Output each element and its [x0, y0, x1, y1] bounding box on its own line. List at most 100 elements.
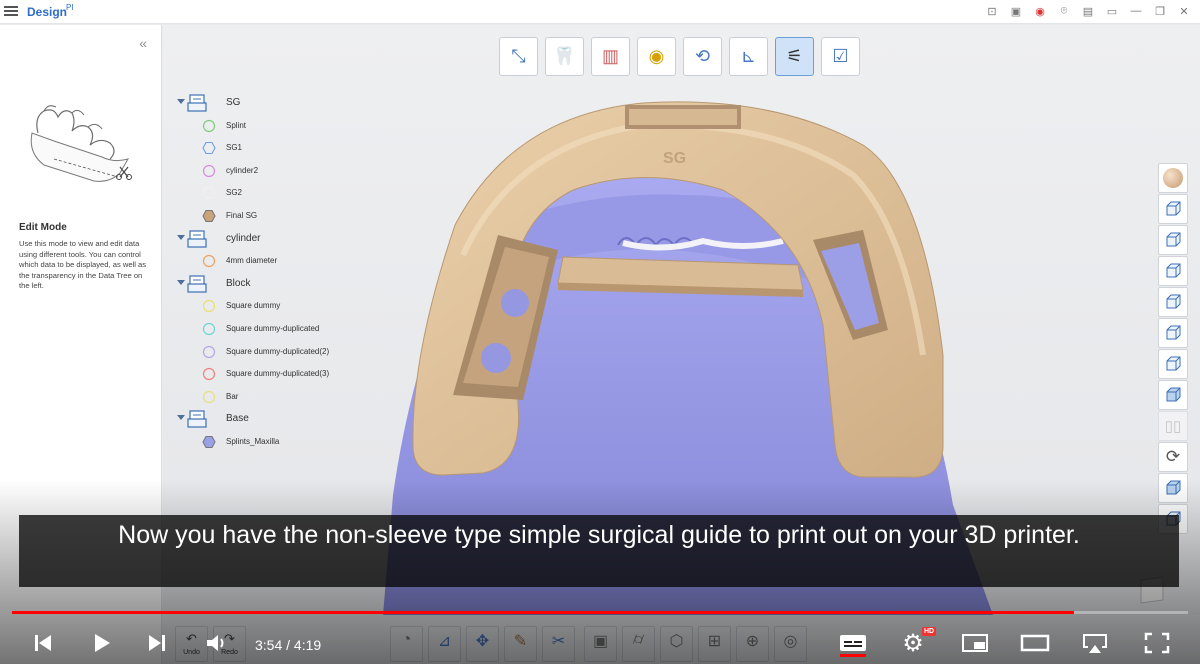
restore-icon[interactable]: ❐: [1152, 3, 1168, 19]
view-material-sphere-button[interactable]: [1158, 163, 1188, 193]
tree-item-label: Square dummy-duplicated: [226, 323, 320, 333]
tree-item[interactable]: SG1: [175, 137, 365, 160]
visibility-toggle-icon[interactable]: [202, 390, 216, 404]
view-cube-top-view-button[interactable]: [1158, 318, 1188, 348]
miniplayer-icon: [962, 634, 988, 652]
double-chevron-left-icon[interactable]: «: [139, 35, 147, 51]
tool-tooth-button[interactable]: 🦷: [545, 37, 584, 76]
tree-item[interactable]: Square dummy: [175, 295, 365, 318]
minimize-icon[interactable]: —: [1128, 3, 1144, 19]
teeth-guide-illustration: [30, 105, 132, 182]
rotate-view-icon: ⟳: [1165, 447, 1181, 466]
view-split-view-button[interactable]: ▯▯: [1158, 411, 1188, 441]
view-cube-bottom-view-button[interactable]: [1158, 349, 1188, 379]
split-view-icon: ▯▯: [1164, 418, 1182, 435]
play-icon: [95, 634, 110, 652]
tree-item-label: Splint: [226, 120, 247, 130]
capture-area-icon[interactable]: ▣: [1008, 3, 1024, 19]
theater-mode-button[interactable]: [1020, 630, 1050, 656]
airplay-icon: [1083, 634, 1107, 653]
tool-axis-rotate-button[interactable]: ⟲: [683, 37, 722, 76]
view-toolbar: ▯▯ ⟳: [1158, 163, 1190, 535]
cube-back-view-icon: [1166, 232, 1181, 247]
view-cube-back-view-button[interactable]: [1158, 225, 1188, 255]
tree-item[interactable]: Splint: [175, 115, 365, 138]
view-rotate-view-button[interactable]: ⟳: [1158, 442, 1188, 472]
screen-mode-icon[interactable]: ▭: [1104, 3, 1120, 19]
view-cube-left-view-button[interactable]: [1158, 256, 1188, 286]
tool-sliders-tools-button[interactable]: ⚟: [775, 37, 814, 76]
tool-thickness-map-button[interactable]: ◉: [637, 37, 676, 76]
subtitles-button[interactable]: [838, 630, 868, 657]
previous-button[interactable]: [28, 630, 58, 656]
tree-item-label: cylinder2: [226, 165, 259, 175]
view-cube-iso-view-button[interactable]: [1158, 380, 1188, 410]
visibility-toggle-icon[interactable]: [202, 254, 216, 268]
window-controls: ⊡ ▣ ◉ ⌾ ▤ ▭ — ❐ ✕: [984, 3, 1192, 19]
material-sphere-icon: [1163, 168, 1183, 188]
visibility-toggle-icon[interactable]: [202, 141, 216, 155]
tool-deviation-map-button[interactable]: ▥: [591, 37, 630, 76]
visibility-toggle-icon[interactable]: [202, 367, 216, 381]
tree-item[interactable]: Final SG: [175, 205, 365, 228]
tree-item[interactable]: 4mm diameter: [175, 250, 365, 273]
deviation-map-icon: ▥: [601, 46, 619, 66]
tree-group-cylinder[interactable]: cylinder: [175, 228, 365, 251]
cast-button[interactable]: [1080, 630, 1110, 656]
camera-icon[interactable]: ⌾: [1056, 3, 1072, 19]
volume-button[interactable]: [202, 630, 232, 656]
view-cube-shade-button[interactable]: [1158, 473, 1188, 503]
visibility-toggle-icon[interactable]: [202, 322, 216, 336]
tree-group-base[interactable]: Base: [175, 408, 365, 431]
next-button[interactable]: [142, 630, 172, 656]
expand-arrow-icon[interactable]: [177, 234, 185, 240]
gallery-icon[interactable]: ▤: [1080, 3, 1096, 19]
tree-group-sg[interactable]: SG: [175, 92, 365, 115]
tree-item[interactable]: Square dummy-duplicated(3): [175, 363, 365, 386]
tree-item[interactable]: Square dummy-duplicated(2): [175, 341, 365, 364]
visibility-toggle-icon[interactable]: [202, 435, 216, 449]
hamburger-menu-icon[interactable]: [4, 4, 18, 18]
tree-item[interactable]: cylinder2: [175, 160, 365, 183]
fullscreen-button[interactable]: [1142, 630, 1172, 656]
align-icon: ⤡: [511, 46, 526, 66]
expand-arrow-icon[interactable]: [177, 279, 185, 285]
screenshot-icon[interactable]: ⊡: [984, 3, 1000, 19]
tree-item[interactable]: Splints_Maxilla: [175, 431, 365, 454]
tree-group-label: cylinder: [226, 232, 261, 244]
tree-item[interactable]: SG2: [175, 182, 365, 205]
tree-item[interactable]: Bar: [175, 386, 365, 409]
view-cube-front-view-button[interactable]: [1158, 194, 1188, 224]
cube-iso-view-icon: [1166, 387, 1181, 402]
visibility-toggle-icon[interactable]: [202, 186, 216, 200]
close-icon[interactable]: ✕: [1176, 3, 1192, 19]
tool-measure-button[interactable]: ⊾: [729, 37, 768, 76]
tool-clipboard-check-button[interactable]: ☑: [821, 37, 860, 76]
expand-arrow-icon[interactable]: [177, 99, 185, 104]
skip-next-icon: [149, 635, 165, 651]
visibility-toggle-icon[interactable]: [202, 299, 216, 313]
subtitles-active-indicator: [840, 654, 866, 657]
progress-bar[interactable]: [12, 611, 1188, 614]
tree-item[interactable]: Square dummy-duplicated: [175, 318, 365, 341]
expand-arrow-icon[interactable]: [177, 415, 185, 421]
cube-top-view-icon: [1166, 325, 1181, 340]
record-icon[interactable]: ◉: [1032, 3, 1048, 19]
sliders-tools-icon: ⚟: [786, 46, 803, 66]
view-cube-right-view-button[interactable]: [1158, 287, 1188, 317]
tree-group-block[interactable]: Block: [175, 273, 365, 296]
visibility-toggle-icon[interactable]: [202, 345, 216, 359]
subtitle-caption: Now you have the non-sleeve type simple …: [19, 515, 1179, 587]
tool-align-button[interactable]: ⤡: [499, 37, 538, 76]
hd-badge: HD: [922, 627, 937, 636]
miniplayer-button[interactable]: [960, 630, 990, 656]
subtitles-icon: [840, 635, 866, 651]
visibility-toggle-icon[interactable]: [202, 164, 216, 178]
time-total: 4:19: [293, 637, 322, 653]
volume-icon: [207, 635, 224, 651]
tree-item-label: Bar: [226, 391, 239, 401]
visibility-toggle-icon[interactable]: [202, 119, 216, 133]
top-toolstrip: ⤡ 🦷 ▥ ◉ ⟲ ⊾ ⚟ ☑: [499, 37, 860, 76]
visibility-toggle-icon[interactable]: [202, 209, 216, 223]
play-button[interactable]: [86, 630, 116, 656]
